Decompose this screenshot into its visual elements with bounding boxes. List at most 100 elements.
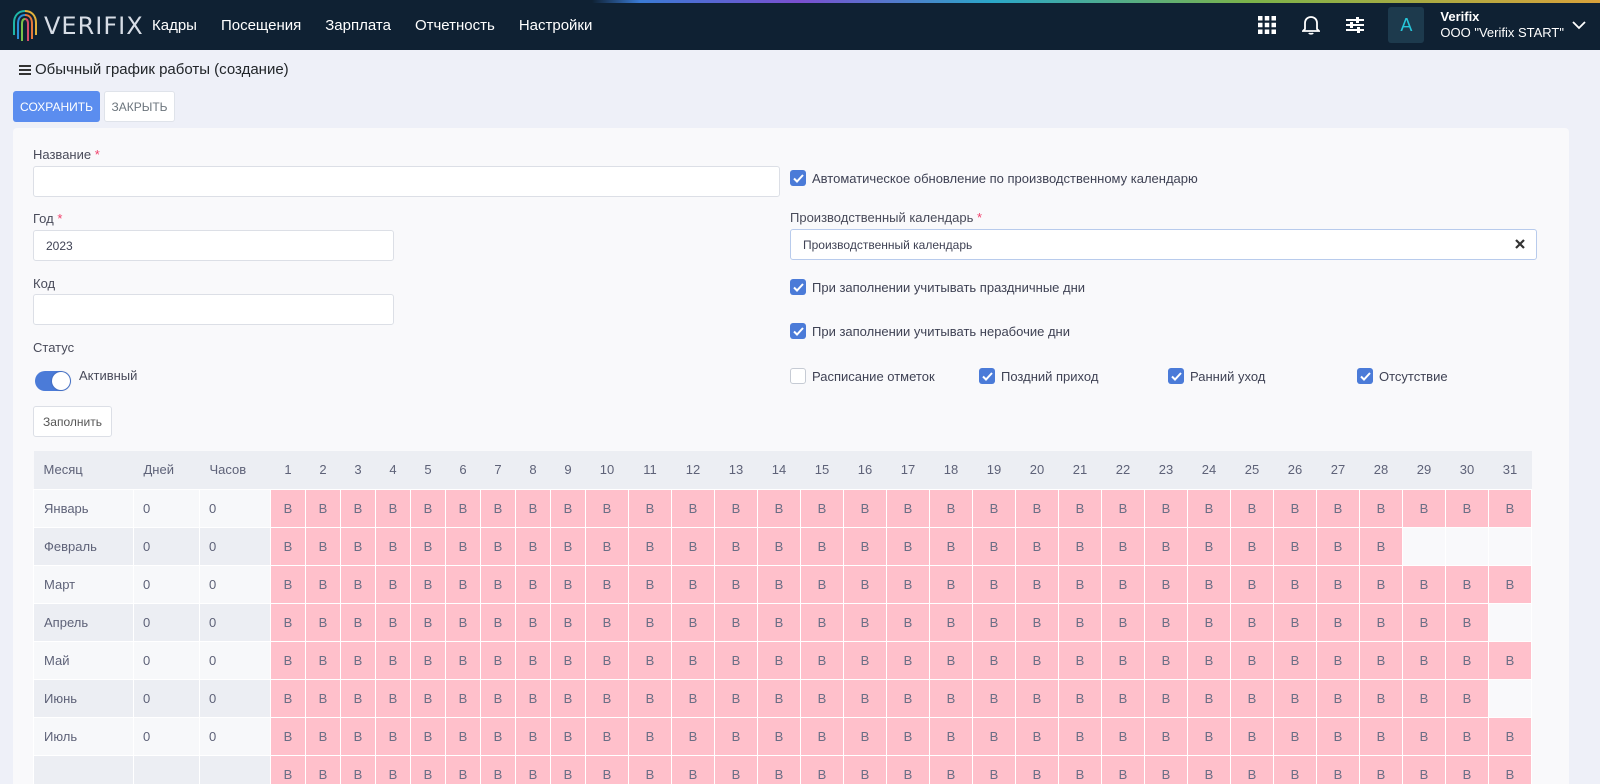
day-cell[interactable]: В xyxy=(1101,640,1145,680)
day-cell[interactable]: В xyxy=(1058,754,1102,784)
day-cell[interactable]: В xyxy=(1058,640,1102,680)
day-cell[interactable]: В xyxy=(1187,640,1231,680)
day-cell[interactable]: В xyxy=(270,602,306,642)
day-cell[interactable]: В xyxy=(1015,640,1059,680)
day-cell[interactable]: В xyxy=(929,602,973,642)
day-cell[interactable]: В xyxy=(800,564,844,604)
day-cell[interactable]: В xyxy=(1230,526,1274,566)
day-cell[interactable]: В xyxy=(1402,488,1446,528)
day-cell[interactable]: В xyxy=(410,640,446,680)
day-cell[interactable]: В xyxy=(843,526,887,566)
day-cell[interactable]: В xyxy=(340,602,376,642)
day-cell[interactable]: В xyxy=(585,526,629,566)
user-info[interactable]: Verifix ООО "Verifix START" xyxy=(1440,9,1564,41)
day-cell[interactable]: В xyxy=(886,716,930,756)
day-cell[interactable]: В xyxy=(628,526,672,566)
day-cell[interactable]: В xyxy=(1316,716,1360,756)
day-cell[interactable]: В xyxy=(1015,488,1059,528)
day-cell[interactable]: В xyxy=(1187,488,1231,528)
day-cell[interactable]: В xyxy=(843,754,887,784)
day-cell[interactable]: В xyxy=(929,488,973,528)
day-cell[interactable]: В xyxy=(1058,488,1102,528)
year-input[interactable] xyxy=(33,230,394,261)
day-cell[interactable]: В xyxy=(1316,526,1360,566)
day-cell[interactable]: В xyxy=(1230,640,1274,680)
day-cell[interactable]: В xyxy=(714,564,758,604)
day-cell[interactable]: В xyxy=(1273,716,1317,756)
day-cell[interactable]: В xyxy=(1101,526,1145,566)
day-cell[interactable]: В xyxy=(757,678,801,718)
day-cell[interactable]: В xyxy=(1488,640,1532,680)
day-cell[interactable]: В xyxy=(340,564,376,604)
day-cell[interactable]: В xyxy=(886,564,930,604)
day-cell[interactable]: В xyxy=(972,564,1016,604)
day-cell[interactable]: В xyxy=(1144,716,1188,756)
day-cell[interactable]: В xyxy=(340,754,376,784)
day-cell[interactable]: В xyxy=(1015,602,1059,642)
day-cell[interactable]: В xyxy=(1144,678,1188,718)
day-cell[interactable]: В xyxy=(1187,678,1231,718)
day-cell[interactable]: В xyxy=(972,488,1016,528)
day-cell[interactable]: В xyxy=(929,716,973,756)
day-cell[interactable]: В xyxy=(1144,488,1188,528)
day-cell[interactable]: В xyxy=(800,716,844,756)
day-cell[interactable]: В xyxy=(714,640,758,680)
day-cell[interactable]: В xyxy=(585,564,629,604)
day-cell[interactable]: В xyxy=(671,640,715,680)
day-cell[interactable]: В xyxy=(445,678,481,718)
day-cell[interactable]: В xyxy=(714,602,758,642)
day-cell[interactable]: В xyxy=(1230,678,1274,718)
day-cell[interactable]: В xyxy=(886,526,930,566)
day-cell[interactable]: В xyxy=(410,716,446,756)
day-cell[interactable]: В xyxy=(628,754,672,784)
day-cell[interactable]: В xyxy=(515,640,551,680)
day-cell[interactable]: В xyxy=(843,640,887,680)
day-cell[interactable]: В xyxy=(1144,640,1188,680)
day-cell[interactable]: В xyxy=(375,564,411,604)
day-cell[interactable]: В xyxy=(550,640,586,680)
day-cell[interactable]: В xyxy=(929,754,973,784)
nav-item-salary[interactable]: Зарплата xyxy=(325,17,391,34)
day-cell[interactable]: В xyxy=(515,526,551,566)
day-cell[interactable]: В xyxy=(340,716,376,756)
day-cell[interactable]: В xyxy=(628,716,672,756)
day-cell[interactable]: В xyxy=(1273,488,1317,528)
day-cell[interactable]: В xyxy=(843,716,887,756)
day-cell[interactable]: В xyxy=(714,716,758,756)
code-input[interactable] xyxy=(33,294,394,325)
day-cell[interactable]: В xyxy=(270,716,306,756)
day-cell[interactable]: В xyxy=(1445,678,1489,718)
day-cell[interactable]: В xyxy=(1273,640,1317,680)
day-cell[interactable]: В xyxy=(886,678,930,718)
day-cell[interactable]: В xyxy=(305,488,341,528)
day-cell[interactable]: В xyxy=(550,678,586,718)
day-cell[interactable]: В xyxy=(1316,640,1360,680)
day-cell[interactable]: В xyxy=(1230,488,1274,528)
day-cell[interactable]: В xyxy=(1402,716,1446,756)
day-cell[interactable]: В xyxy=(270,564,306,604)
day-cell[interactable]: В xyxy=(671,754,715,784)
day-cell[interactable]: В xyxy=(515,488,551,528)
day-cell[interactable]: В xyxy=(1359,678,1403,718)
day-cell[interactable]: В xyxy=(445,716,481,756)
day-cell[interactable]: В xyxy=(800,602,844,642)
day-cell[interactable]: В xyxy=(1488,754,1532,784)
day-cell[interactable]: В xyxy=(1359,640,1403,680)
day-cell[interactable]: В xyxy=(270,488,306,528)
day-cell[interactable]: В xyxy=(800,640,844,680)
day-cell[interactable]: В xyxy=(480,564,516,604)
day-cell[interactable]: В xyxy=(585,678,629,718)
bell-icon[interactable] xyxy=(1300,14,1322,36)
day-cell[interactable]: В xyxy=(1273,754,1317,784)
day-cell[interactable]: В xyxy=(972,754,1016,784)
day-cell[interactable]: В xyxy=(1187,754,1231,784)
day-cell[interactable]: В xyxy=(628,488,672,528)
day-cell[interactable]: В xyxy=(270,526,306,566)
close-button[interactable]: ЗАКРЫТЬ xyxy=(104,91,175,122)
day-cell[interactable]: В xyxy=(305,564,341,604)
day-cell[interactable]: В xyxy=(410,678,446,718)
day-cell[interactable]: В xyxy=(480,488,516,528)
avatar[interactable]: A xyxy=(1388,7,1425,43)
nav-item-attendance[interactable]: Посещения xyxy=(221,17,301,34)
day-cell[interactable]: В xyxy=(1359,488,1403,528)
